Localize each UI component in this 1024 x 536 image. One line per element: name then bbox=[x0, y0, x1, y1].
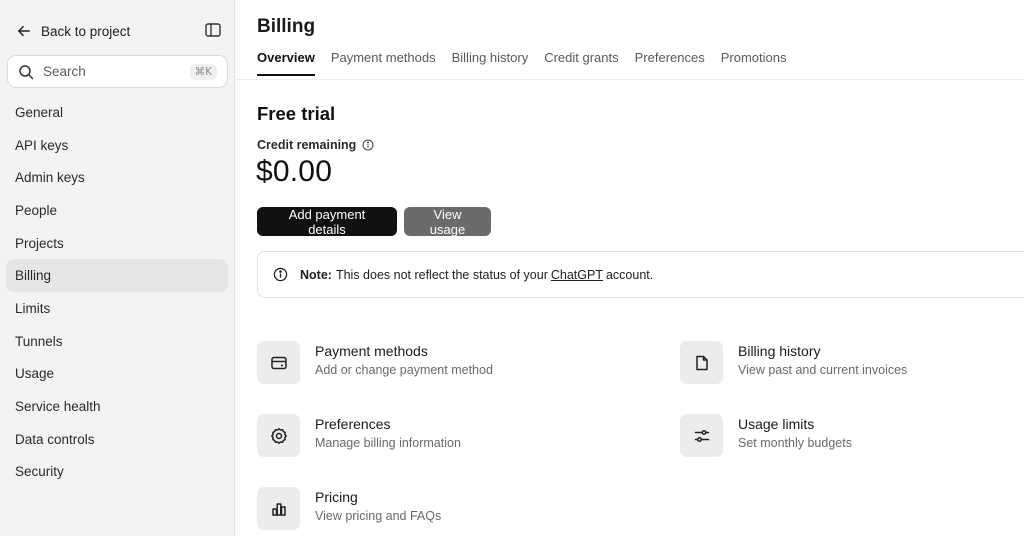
sidebar-item-label: API keys bbox=[15, 137, 69, 153]
add-payment-details-button[interactable]: Add payment details bbox=[257, 207, 397, 237]
tab-preferences[interactable]: Preferences bbox=[635, 50, 705, 76]
tab-overview[interactable]: Overview bbox=[257, 50, 315, 76]
card-icon-box bbox=[680, 341, 723, 384]
card-pricing[interactable]: Pricing View pricing and FAQs bbox=[257, 487, 441, 530]
card-description: View pricing and FAQs bbox=[315, 509, 442, 523]
chatgpt-link[interactable]: ChatGPT bbox=[551, 268, 603, 282]
credit-label-text: Credit remaining bbox=[257, 138, 357, 152]
page-title: Billing bbox=[257, 16, 316, 37]
sidebar-item-service-health[interactable]: Service health bbox=[6, 390, 228, 423]
note-text: This does not reflect the status of your bbox=[335, 267, 548, 282]
card-icon-box bbox=[257, 487, 300, 530]
card-description: Set monthly budgets bbox=[738, 436, 852, 450]
search-shortcut-badge: ⌘K bbox=[189, 63, 217, 80]
arrow-left-icon bbox=[18, 25, 30, 37]
tab-credit-grants[interactable]: Credit grants bbox=[544, 50, 618, 76]
sidebar-nav: General API keys Admin keys People Proje… bbox=[6, 96, 228, 488]
sidebar-item-label: Limits bbox=[15, 300, 51, 316]
sidebar-item-label: General bbox=[15, 104, 64, 120]
bar-chart-icon bbox=[271, 502, 286, 516]
plan-title: Free trial bbox=[257, 103, 336, 124]
gear-icon bbox=[270, 427, 287, 444]
sidebar-item-api-keys[interactable]: API keys bbox=[6, 129, 228, 162]
card-title: Usage limits bbox=[738, 416, 815, 432]
sidebar-item-security[interactable]: Security bbox=[6, 456, 228, 489]
search-box[interactable]: ⌘K bbox=[7, 55, 228, 88]
sidebar-item-projects[interactable]: Projects bbox=[6, 227, 228, 260]
credit-card-icon bbox=[270, 356, 287, 369]
tab-payment-methods[interactable]: Payment methods bbox=[331, 50, 436, 76]
card-description: Manage billing information bbox=[315, 436, 461, 450]
search-icon bbox=[19, 64, 34, 79]
sidebar-item-label: Data controls bbox=[15, 431, 95, 447]
tab-divider bbox=[236, 79, 1024, 80]
card-description: Add or change payment method bbox=[315, 363, 493, 377]
document-icon bbox=[695, 355, 708, 370]
sidebar-item-label: Billing bbox=[15, 268, 52, 284]
sidebar-item-label: Projects bbox=[15, 235, 64, 251]
credit-remaining-label: Credit remaining bbox=[257, 138, 374, 152]
card-description: View past and current invoices bbox=[738, 363, 908, 377]
tab-billing-history[interactable]: Billing history bbox=[452, 50, 529, 76]
main-content: Billing Overview Payment methods Billing… bbox=[236, 0, 1024, 536]
info-icon bbox=[273, 267, 288, 282]
sidebar-item-data-controls[interactable]: Data controls bbox=[6, 423, 228, 456]
tab-bar: Overview Payment methods Billing history… bbox=[257, 50, 786, 76]
sidebar-item-limits[interactable]: Limits bbox=[6, 292, 228, 325]
card-icon-box bbox=[257, 341, 300, 384]
search-input[interactable] bbox=[43, 64, 190, 79]
sidebar-item-label: Service health bbox=[15, 399, 101, 415]
note-text-end: account. bbox=[605, 267, 654, 282]
credit-remaining-value: $0.00 bbox=[256, 155, 333, 188]
sidebar-item-label: Tunnels bbox=[15, 333, 63, 349]
back-to-project-link[interactable]: Back to project bbox=[17, 20, 130, 42]
card-billing-history[interactable]: Billing history View past and current in… bbox=[680, 341, 907, 384]
card-icon-box bbox=[257, 414, 300, 457]
card-preferences[interactable]: Preferences Manage billing information bbox=[257, 414, 461, 457]
view-usage-button[interactable]: View usage bbox=[404, 207, 491, 237]
card-title: Payment methods bbox=[315, 343, 428, 359]
card-payment-methods[interactable]: Payment methods Add or change payment me… bbox=[257, 341, 493, 384]
info-icon[interactable] bbox=[362, 139, 374, 151]
card-title: Pricing bbox=[315, 489, 358, 505]
sidebar-item-label: Usage bbox=[15, 366, 55, 382]
sidebar-toggle-icon[interactable] bbox=[204, 21, 222, 39]
sidebar: Back to project ⌘K General API keys Admi… bbox=[0, 0, 235, 536]
card-title: Billing history bbox=[738, 343, 821, 359]
sidebar-item-usage[interactable]: Usage bbox=[6, 358, 228, 391]
sidebar-item-billing[interactable]: Billing bbox=[6, 259, 228, 293]
card-title: Preferences bbox=[315, 416, 391, 432]
card-usage-limits[interactable]: Usage limits Set monthly budgets bbox=[680, 414, 852, 457]
note-banner: Note: This does not reflect the status o… bbox=[257, 251, 1024, 298]
back-to-project-label: Back to project bbox=[41, 23, 131, 39]
sliders-icon bbox=[694, 429, 709, 442]
sidebar-item-people[interactable]: People bbox=[6, 194, 228, 227]
note-prefix: Note: bbox=[300, 267, 332, 282]
tab-promotions[interactable]: Promotions bbox=[721, 50, 787, 76]
sidebar-item-label: Security bbox=[15, 464, 64, 480]
sidebar-item-label: People bbox=[15, 202, 58, 218]
card-icon-box bbox=[680, 414, 723, 457]
sidebar-item-admin-keys[interactable]: Admin keys bbox=[6, 161, 228, 194]
sidebar-item-label: Admin keys bbox=[15, 170, 85, 186]
sidebar-item-general[interactable]: General bbox=[6, 96, 228, 129]
sidebar-item-tunnels[interactable]: Tunnels bbox=[6, 325, 228, 358]
